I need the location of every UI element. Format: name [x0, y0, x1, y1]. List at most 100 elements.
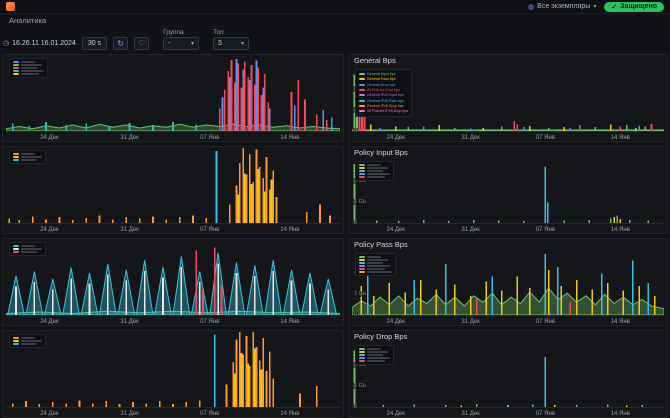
- x-axis: 24 Дек 31 Дек 07 Янв 14 Янв: [6, 133, 340, 141]
- legend-item[interactable]: General Pass bps: [359, 77, 408, 81]
- legend-item[interactable]: [13, 64, 44, 66]
- legend-item[interactable]: General IPv6 Drop bps: [359, 104, 408, 108]
- chart-area[interactable]: 2 Gb1 Gb024 Дек 31 Дек 07 Янв 14 Янв: [352, 159, 664, 233]
- legend-label: General IPv6 Input bps: [367, 93, 404, 98]
- legend[interactable]: [355, 345, 394, 365]
- legend-item[interactable]: [359, 259, 392, 261]
- plot-region[interactable]: 2 Gb1 Gb0General Input bpsGeneral Pass b…: [352, 67, 664, 134]
- sub-nav-bar: Аналитика: [0, 14, 670, 27]
- legend[interactable]: General Input bps General Pass bps General…: [355, 69, 413, 117]
- legend-item[interactable]: [13, 156, 42, 158]
- chart-area[interactable]: 24 Дек 31 Дек 07 Янв 14 Янв: [6, 56, 340, 141]
- legend-item[interactable]: General IPv6 Pass bps: [359, 99, 408, 103]
- plot-region[interactable]: 4 Gb2 Gb0: [352, 251, 664, 318]
- chart-area[interactable]: 24 Дек 31 Дек 07 Янв 14 Янв: [6, 332, 340, 417]
- refresh-interval-button[interactable]: 30 s: [81, 37, 108, 50]
- legend-item[interactable]: General Drop bps: [359, 83, 408, 87]
- app-logo-icon[interactable]: [6, 2, 15, 11]
- legend-item[interactable]: [359, 176, 390, 178]
- legend-item[interactable]: [359, 170, 390, 172]
- x-axis: 24 Дек 31 Дек 07 Янв 14 Янв: [352, 133, 664, 141]
- chart-area[interactable]: 24 Дек 31 Дек 07 Янв 14 Янв: [6, 240, 340, 325]
- panel-title[interactable]: Policy Pass Bps: [349, 239, 667, 250]
- legend-item[interactable]: [13, 73, 44, 75]
- legend-swatch: [359, 164, 365, 166]
- legend-item[interactable]: [13, 159, 42, 161]
- chevron-down-icon: ▾: [241, 41, 245, 47]
- legend-item[interactable]: [359, 354, 390, 356]
- legend-label-blurred: [21, 73, 39, 75]
- legend[interactable]: [9, 58, 48, 78]
- legend-item[interactable]: [13, 248, 42, 250]
- y-axis-label: 1 Gb: [353, 382, 367, 389]
- favorite-button[interactable]: ♡: [134, 37, 150, 50]
- x-axis-label: 07 Янв: [535, 319, 556, 325]
- panel-title[interactable]: Policy Drop Bps: [349, 331, 667, 342]
- plot-region[interactable]: [6, 240, 340, 316]
- chart-area[interactable]: 2 Gb1 Gb024 Дек 31 Дек 07 Янв 14 Янв: [352, 343, 664, 417]
- instances-dropdown[interactable]: ◍ Все экземпляры ▾: [528, 3, 596, 11]
- legend[interactable]: [9, 150, 46, 164]
- legend-item[interactable]: [13, 67, 44, 69]
- tab-analytics[interactable]: Аналитика: [9, 16, 46, 25]
- legend-item[interactable]: All Policies Drop bps: [359, 88, 408, 92]
- legend-item[interactable]: [359, 265, 392, 267]
- panel-title[interactable]: General Bps: [349, 55, 667, 66]
- x-axis-label: 24 Дек: [386, 135, 405, 141]
- legend-label-blurred: [21, 251, 37, 253]
- legend[interactable]: [355, 253, 396, 276]
- legend-label-blurred: [367, 357, 390, 359]
- legend-item[interactable]: [13, 61, 44, 63]
- legend-item[interactable]: [359, 173, 390, 175]
- legend-item[interactable]: [359, 357, 390, 359]
- panel-title[interactable]: Policy Input Bps: [349, 147, 667, 158]
- legend-item[interactable]: [359, 271, 392, 273]
- legend-item[interactable]: [13, 337, 42, 339]
- plot-region[interactable]: [6, 56, 340, 132]
- legend-item[interactable]: [359, 360, 390, 362]
- legend-label-blurred: [367, 268, 385, 270]
- legend-swatch: [13, 61, 19, 63]
- legend-swatch: [359, 268, 365, 270]
- legend-swatch: [359, 78, 365, 81]
- time-range-picker[interactable]: ◷ 16.26.11 16.01.2024: [3, 39, 76, 50]
- chart-area[interactable]: 2 Gb1 Gb0General Input bpsGeneral Pass b…: [352, 67, 664, 141]
- legend-item[interactable]: [13, 245, 42, 247]
- legend-item[interactable]: [359, 256, 392, 258]
- legend-item[interactable]: [13, 340, 42, 342]
- legend[interactable]: [9, 334, 46, 348]
- chart-area[interactable]: 4 Gb2 Gb024 Дек 31 Дек 07 Янв 14 Янв: [352, 251, 664, 325]
- legend-item[interactable]: All Policies IPv6 Drop bps: [359, 109, 408, 113]
- x-axis-label: 31 Дек: [461, 411, 480, 417]
- protection-status-badge[interactable]: ✓ Защищено: [604, 1, 664, 12]
- legend-item[interactable]: [359, 351, 390, 353]
- legend-item[interactable]: [13, 251, 42, 253]
- group-variable-select[interactable]: - ▾: [163, 37, 200, 50]
- legend-item[interactable]: [359, 167, 390, 169]
- legend-item[interactable]: [359, 262, 392, 264]
- legend-item[interactable]: [359, 348, 390, 350]
- legend-item[interactable]: [13, 153, 42, 155]
- legend-item[interactable]: [359, 268, 392, 270]
- top-variable-select[interactable]: 5 ▾: [213, 37, 250, 50]
- legend-swatch: [359, 94, 365, 97]
- legend-item[interactable]: General Input bps: [359, 72, 408, 76]
- legend-swatch: [359, 170, 365, 172]
- plot-region[interactable]: 2 Gb1 Gb0: [352, 343, 664, 410]
- refresh-button[interactable]: ↻: [113, 37, 129, 50]
- legend[interactable]: [9, 242, 46, 256]
- legend-item[interactable]: [359, 164, 390, 166]
- legend-item[interactable]: [13, 70, 44, 72]
- legend-item[interactable]: [13, 343, 42, 345]
- plot-region[interactable]: [6, 332, 340, 408]
- plot-region[interactable]: [6, 148, 340, 224]
- legend-swatch: [359, 354, 365, 356]
- chevron-down-icon: ▾: [593, 4, 597, 10]
- time-range-value: 16.26.11 16.01.2024: [12, 39, 76, 47]
- legend-item[interactable]: General IPv6 Input bps: [359, 93, 408, 97]
- legend[interactable]: [355, 161, 394, 181]
- x-axis-label: 31 Дек: [461, 135, 480, 141]
- plot-region[interactable]: 2 Gb1 Gb0: [352, 159, 664, 226]
- chart-area[interactable]: 24 Дек 31 Дек 07 Янв 14 Янв: [6, 148, 340, 233]
- legend-swatch: [13, 159, 19, 161]
